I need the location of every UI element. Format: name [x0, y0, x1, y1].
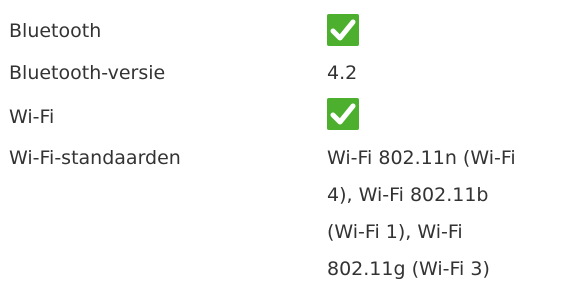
- spec-value-wifi: [327, 98, 582, 130]
- specifications-table: Bluetooth Bluetooth-versie 4.2 Wi-Fi Wi-…: [0, 0, 582, 295]
- spec-label-bluetooth: Bluetooth: [9, 20, 102, 42]
- wifi-standards-line: 802.11g (Wi-Fi 3): [327, 258, 490, 280]
- wifi-standards-line: 4), Wi-Fi 802.11b: [327, 184, 489, 206]
- spec-label-wifi: Wi-Fi: [9, 106, 55, 128]
- wifi-standards-line: Wi-Fi 802.11n (Wi-Fi: [327, 147, 516, 169]
- wifi-standards-line: (Wi-Fi 1), Wi-Fi: [327, 221, 463, 243]
- check-icon: [327, 14, 359, 46]
- check-icon: [327, 98, 359, 130]
- spec-value-wifi-standards: Wi-Fi 802.11n (Wi-Fi 4), Wi-Fi 802.11b (…: [327, 143, 582, 291]
- spec-value-bluetooth: [327, 14, 582, 46]
- spec-label-bluetooth-version: Bluetooth-versie: [9, 62, 166, 84]
- spec-label-wifi-standards: Wi-Fi-standaarden: [9, 147, 181, 169]
- spec-value-bluetooth-version: 4.2: [327, 62, 358, 84]
